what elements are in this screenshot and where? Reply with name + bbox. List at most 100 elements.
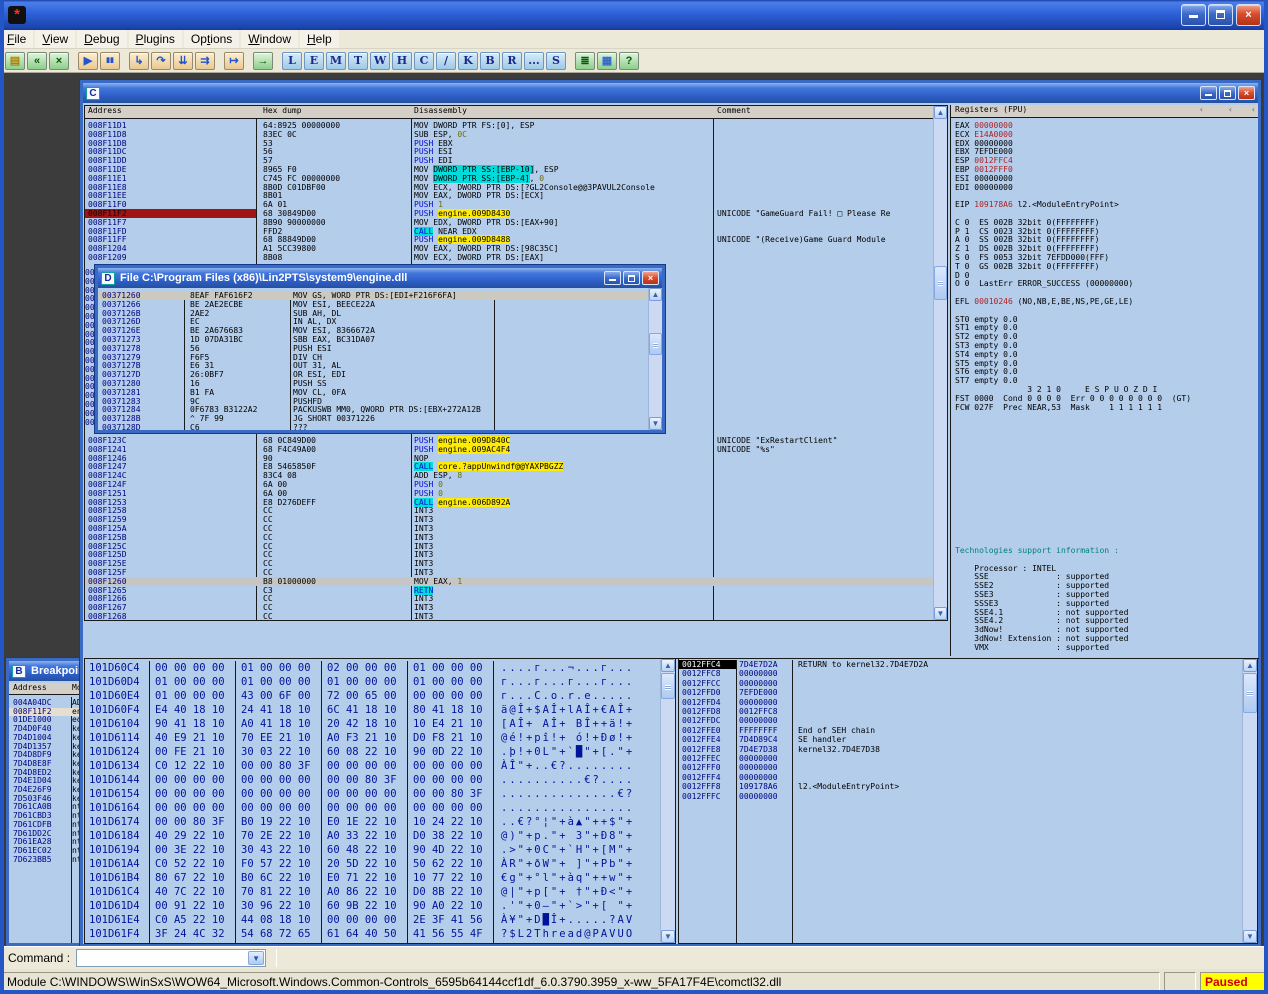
stack-row[interactable]: 0012FFE0FFFFFFFFEnd of SEH chain [679, 726, 1243, 735]
dump-row[interactable]: 101D61A4C0 52 22 10F0 57 22 1020 5D 22 1… [85, 857, 661, 871]
dump-row[interactable]: 101D614400 00 00 0000 00 00 0000 00 80 3… [85, 773, 661, 787]
stack-row[interactable]: 0012FFDC00000000 [679, 716, 1243, 725]
dump-row[interactable]: 101D61D400 91 22 1030 96 22 1060 9B 22 1… [85, 899, 661, 913]
execute-till-return-button[interactable]: ↦ [224, 52, 244, 70]
restart-button[interactable]: « [27, 52, 47, 70]
disasm-row[interactable]: 008F125ACCINT3 [85, 524, 934, 533]
disasm-row[interactable]: 008F11E1C745 FC 00000000MOV DWORD PTR SS… [85, 174, 934, 183]
cpu-close-button[interactable]: × [1238, 86, 1255, 100]
engine-disasm-row[interactable]: 003712608EAF FAF616F2MOV GS, WORD PTR DS… [98, 291, 648, 300]
engine-disasm-row[interactable]: 00371266BE 2AE2ECBEMOV ESI, BEECE22A [98, 300, 648, 309]
registers-list[interactable]: EAX 00000000ECX E14A0000EDX 00000000EBX … [955, 122, 1255, 412]
view-call-stack-button[interactable]: K [458, 52, 478, 70]
disasm-row[interactable]: 008F1247E8 5465850FCALL core.?appUnwindf… [85, 462, 934, 471]
step-into-button[interactable]: ↳ [129, 52, 149, 70]
stack-row[interactable]: 0012FFFC00000000 [679, 792, 1243, 801]
view-cpu-button[interactable]: C [414, 52, 434, 70]
col-comment[interactable]: Comment [713, 106, 751, 118]
dump-scrollbar[interactable]: ▲ ▼ [660, 659, 675, 943]
menu-help[interactable]: Help [300, 30, 339, 48]
scroll-down-icon[interactable]: ▼ [661, 930, 675, 943]
disasm-row[interactable]: 008F1204A1 5CC39800MOV EAX, DWORD PTR DS… [85, 244, 934, 253]
main-titlebar[interactable]: * × [0, 0, 1268, 30]
run-button[interactable]: ▶ [78, 52, 98, 70]
menu-options[interactable]: Options [184, 30, 239, 48]
disasm-row[interactable]: 008F11E88B0D C01DBF00MOV ECX, DWORD PTR … [85, 183, 934, 192]
view-patches-button[interactable]: / [436, 52, 456, 70]
engine-disasm-row[interactable]: 0037128B^ 7F 99JG SHORT 00371226 [98, 414, 648, 423]
dump-row[interactable]: 101D619400 3E 22 1030 43 22 1060 48 22 1… [85, 843, 661, 857]
tile-windows-button[interactable]: ▦ [597, 52, 617, 70]
menu-debug[interactable]: Debug [77, 30, 126, 48]
engine-disasm-row[interactable]: 0037128016PUSH SS [98, 379, 648, 388]
disasm-row[interactable]: 008F11DD57PUSH EDI [85, 156, 934, 165]
step-over-button[interactable]: ↷ [151, 52, 171, 70]
register-line[interactable]: T 0 GS 002B 32bit 0(FFFFFFFF) [955, 263, 1255, 272]
register-line[interactable]: EFL 00010246 (NO,NB,E,BE,NS,PE,GE,LE) [955, 298, 1255, 307]
scroll-up-icon[interactable]: ▲ [934, 106, 947, 119]
dump-row[interactable]: 101D6134C0 12 22 1000 00 80 3F00 00 00 0… [85, 759, 661, 773]
engine-disasm-row[interactable]: 0037126DECIN AL, DX [98, 317, 648, 326]
disasm-row[interactable]: 008F1266CCINT3 [85, 594, 934, 603]
disasm-row[interactable]: 008F1258CCINT3 [85, 506, 934, 515]
disasm-row[interactable]: 008F11DC56PUSH ESI [85, 147, 934, 156]
menu-file[interactable]: File [0, 30, 33, 48]
disassembly-scrollbar[interactable]: ▲ ▼ [933, 106, 947, 620]
stack-row[interactable]: 0012FFCC00000000 [679, 679, 1243, 688]
engine-disasm-row[interactable]: 0037126EBE 2A676683MOV ESI, 8366672A [98, 326, 648, 335]
dump-row[interactable]: 101D618440 29 22 1070 2E 22 10A0 33 22 1… [85, 829, 661, 843]
disasm-row[interactable]: 008F1253E8 D276DEFFCALL engine.006D892A [85, 498, 934, 507]
engine-scrollbar[interactable]: ▲ ▼ [648, 288, 662, 430]
stack-row[interactable]: 0012FFE87D4E7D38kernel32.7D4E7D38 [679, 745, 1243, 754]
disasm-row[interactable]: 008F11DE8965 F0MOV DWORD PTR SS:[EBP-10]… [85, 165, 934, 174]
disasm-row[interactable]: 008F11FF68 88849D00PUSH engine.009D8488U… [85, 235, 934, 244]
dump-row[interactable]: 101D60D401 00 00 0001 00 00 0001 00 00 0… [85, 675, 661, 689]
view-memory-button[interactable]: M [326, 52, 346, 70]
disasm-row[interactable]: 008F124C83C4 08ADD ESP, 8 [85, 471, 934, 480]
disasm-row[interactable]: 008F125FCCINT3 [85, 568, 934, 577]
disasm-row[interactable]: 008F124168 F4C49A00PUSH engine.009AC4F4U… [85, 445, 934, 454]
dump-row[interactable]: 101D60E401 00 00 0043 00 6F 0072 00 65 0… [85, 689, 661, 703]
engine-disasm-row[interactable]: 0037127856PUSH ESI [98, 344, 648, 353]
dump-row[interactable]: 101D61B480 67 22 10B0 6C 22 10E0 71 22 1… [85, 871, 661, 885]
dump-row[interactable]: 101D615400 00 00 0000 00 00 0000 00 00 0… [85, 787, 661, 801]
dump-row[interactable]: 101D612400 FE 21 1030 03 22 1060 08 22 1… [85, 745, 661, 759]
stack-row[interactable]: 0012FFD07EFDE000 [679, 688, 1243, 697]
animate-into-button[interactable]: ⇊ [173, 52, 193, 70]
scroll-up-icon[interactable]: ▲ [649, 288, 662, 301]
register-line[interactable]: VMX : supported [955, 644, 1255, 653]
engine-disasm-row[interactable]: 00371279F6F5DIV CH [98, 353, 648, 362]
dump-row[interactable]: 101D61F43F 24 4C 3254 68 72 6561 64 40 5… [85, 927, 661, 941]
stack-row[interactable]: 0012FFEC00000000 [679, 754, 1243, 763]
stack-row[interactable]: 0012FFD400000000 [679, 698, 1243, 707]
engine-disasm-row[interactable]: 003712840F6783 B3122A2PACKUSWB MM0, QWOR… [98, 405, 648, 414]
pane-collapse-icon[interactable]: ‹ [1251, 105, 1256, 114]
animate-over-button[interactable]: ⇉ [195, 52, 215, 70]
go-to-address-button[interactable]: → [253, 52, 273, 70]
view-executables-button[interactable]: E [304, 52, 324, 70]
cpu-maximize-button[interactable] [1219, 86, 1236, 100]
dump-row[interactable]: 101D60F4E4 40 18 1024 41 18 106C 41 18 1… [85, 703, 661, 717]
disasm-row[interactable]: 008F123C68 0C849D00PUSH engine.009D840CU… [85, 436, 934, 445]
disasm-row[interactable]: 008F124F6A 00PUSH 0 [85, 480, 934, 489]
scroll-up-icon[interactable]: ▲ [661, 659, 675, 672]
disasm-row[interactable]: 008F124690NOP [85, 454, 934, 463]
scroll-down-icon[interactable]: ▼ [1243, 930, 1257, 943]
stack-scrollbar[interactable]: ▲ ▼ [1242, 659, 1257, 943]
disasm-row[interactable]: 008F11EE8B01MOV EAX, DWORD PTR DS:[ECX] [85, 191, 934, 200]
view-handles-button[interactable]: H [392, 52, 412, 70]
menu-view[interactable]: View [35, 30, 75, 48]
view-log-button[interactable]: L [282, 52, 302, 70]
engine-maximize-button[interactable] [623, 271, 640, 285]
registers-header[interactable]: Registers (FPU) ‹ ‹ ‹ [951, 105, 1258, 118]
dump-row[interactable]: 101D616400 00 00 0000 00 00 0000 00 00 0… [85, 801, 661, 815]
view-windows-button[interactable]: W [370, 52, 390, 70]
view-run-trace-button[interactable]: ... [524, 52, 544, 70]
disasm-row[interactable]: 008F11F268 30849D00PUSH engine.009D8430U… [85, 209, 934, 218]
dump-row[interactable]: 101D61C440 7C 22 1070 81 22 10A0 86 22 1… [85, 885, 661, 899]
disasm-row[interactable]: 008F125ECCINT3 [85, 559, 934, 568]
disasm-row[interactable]: 008F1259CCINT3 [85, 515, 934, 524]
disasm-row[interactable]: 008F11D883EC 0CSUB ESP, 0C [85, 130, 934, 139]
maximize-button[interactable] [1208, 4, 1233, 26]
stack-row[interactable]: 0012FFE47D4D89C4SE handler [679, 735, 1243, 744]
